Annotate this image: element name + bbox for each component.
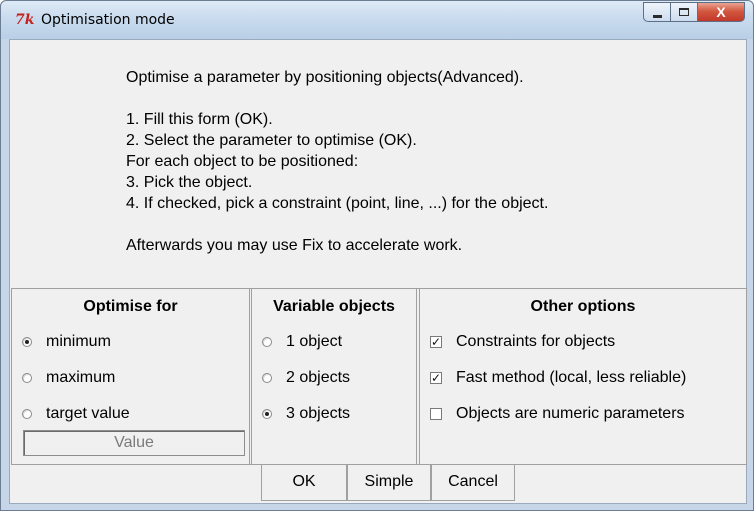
- radio-maximum[interactable]: maximum: [22, 369, 115, 387]
- minimize-icon: [652, 14, 662, 18]
- checkbox-numeric-parameters[interactable]: Objects are numeric parameters: [430, 405, 685, 423]
- window-controls: X: [643, 2, 745, 24]
- instruction-line: For each object to be positioned:: [126, 153, 359, 170]
- radio-label: target value: [46, 405, 130, 422]
- tk-logo-icon: 7k: [15, 12, 35, 28]
- variable-objects-heading: Variable objects: [273, 298, 395, 315]
- optimise-for-panel: Optimise for minimum maximum target valu…: [11, 289, 250, 465]
- close-button[interactable]: X: [698, 2, 745, 22]
- instruction-line: [126, 88, 736, 109]
- radio-selected-icon[interactable]: [22, 337, 32, 347]
- value-field[interactable]: Value: [23, 430, 245, 456]
- variable-objects-panel: Variable objects 1 object 2 objects 3 ob…: [251, 289, 417, 465]
- radio-minimum[interactable]: minimum: [22, 333, 111, 351]
- radio-label: 1 object: [286, 333, 343, 350]
- checkbox-icon[interactable]: [430, 408, 442, 420]
- checkbox-label: Constraints for objects: [456, 333, 616, 350]
- instruction-line: [126, 214, 736, 235]
- radio-target-value[interactable]: target value: [22, 405, 130, 423]
- instruction-line: 4. If checked, pick a constraint (point,…: [126, 195, 549, 212]
- radio-icon[interactable]: [22, 373, 32, 383]
- checkbox-fast-method[interactable]: ✓ Fast method (local, less reliable): [430, 369, 686, 387]
- other-options-heading: Other options: [530, 298, 636, 315]
- instruction-line: Afterwards you may use Fix to accelerate…: [126, 237, 463, 254]
- radio-label: 2 objects: [286, 369, 351, 386]
- cancel-button[interactable]: Cancel: [431, 465, 515, 501]
- title-bar[interactable]: 7k Optimisation mode X: [1, 1, 753, 39]
- options-panels: Optimise for minimum maximum target valu…: [11, 288, 747, 465]
- checkbox-constraints[interactable]: ✓ Constraints for objects: [430, 333, 615, 351]
- checkbox-label: Objects are numeric parameters: [456, 405, 685, 422]
- dialog-window: 7k Optimisation mode X Optimise a parame…: [0, 0, 754, 511]
- other-options-panel: Other options ✓ Constraints for objects …: [419, 289, 747, 465]
- checkbox-checked-icon[interactable]: ✓: [430, 372, 442, 384]
- radio-icon[interactable]: [262, 337, 272, 347]
- instructions-text: Optimise a parameter by positioning obje…: [126, 67, 736, 256]
- instruction-line: Optimise a parameter by positioning obje…: [126, 69, 524, 86]
- maximize-button[interactable]: [671, 2, 698, 22]
- checkbox-checked-icon[interactable]: ✓: [430, 336, 442, 348]
- checkbox-label: Fast method (local, less reliable): [456, 369, 687, 386]
- instruction-line: 1. Fill this form (OK).: [126, 111, 273, 128]
- radio-icon[interactable]: [262, 373, 272, 383]
- radio-1-object[interactable]: 1 object: [262, 333, 342, 351]
- radio-3-objects[interactable]: 3 objects: [262, 405, 350, 423]
- instruction-line: 2. Select the parameter to optimise (OK)…: [126, 132, 417, 149]
- dialog-client-area: Optimise a parameter by positioning obje…: [9, 39, 747, 504]
- radio-label: minimum: [46, 333, 111, 350]
- close-icon: X: [716, 4, 726, 20]
- button-row: OK Simple Cancel: [11, 464, 747, 504]
- radio-label: maximum: [46, 369, 116, 386]
- radio-selected-icon[interactable]: [262, 409, 272, 419]
- window-title: Optimisation mode: [41, 12, 175, 28]
- instruction-line: 3. Pick the object.: [126, 174, 253, 191]
- ok-button[interactable]: OK: [261, 465, 347, 501]
- optimise-for-heading: Optimise for: [83, 298, 178, 315]
- radio-label: 3 objects: [286, 405, 351, 422]
- radio-2-objects[interactable]: 2 objects: [262, 369, 350, 387]
- minimize-button[interactable]: [643, 2, 671, 22]
- radio-icon[interactable]: [22, 409, 32, 419]
- maximize-icon: [679, 8, 689, 16]
- simple-button[interactable]: Simple: [347, 465, 431, 501]
